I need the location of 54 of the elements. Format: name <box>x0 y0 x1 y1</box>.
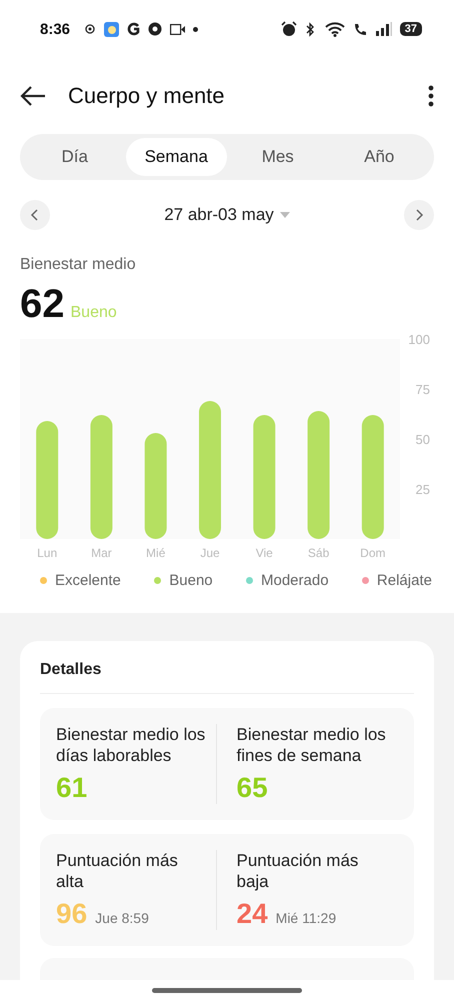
stat-value: 61 <box>56 772 88 804</box>
date-range[interactable]: 27 abr-03 may <box>164 205 274 225</box>
app-icon <box>127 22 140 36</box>
record-icon <box>148 22 162 36</box>
page-title: Cuerpo y mente <box>68 83 226 109</box>
axis-tick-label: 75 <box>416 382 430 397</box>
axis-tick-label: 25 <box>416 482 430 497</box>
legend-label: Relájate <box>376 572 432 588</box>
legend-label: Moderado <box>261 572 329 588</box>
stat-label: Puntuación más alta <box>56 850 179 892</box>
period-tab[interactable]: Día <box>24 138 126 176</box>
period-tab[interactable]: Semana <box>126 138 227 176</box>
location-icon <box>84 23 96 35</box>
stat-value: 65 <box>236 772 268 804</box>
back-arrow-icon[interactable] <box>20 85 46 107</box>
score-value: 62 <box>20 282 64 327</box>
stat-value: 24 <box>236 898 268 930</box>
stat-label: Bienestar medio los días laborables <box>56 724 206 766</box>
axis-tick-label: Dom <box>360 546 386 560</box>
stat-time: Mié 11:29 <box>276 910 336 926</box>
chevron-left-icon[interactable] <box>30 209 40 221</box>
axis-tick-label: Sáb <box>308 546 330 560</box>
weather-icon <box>104 22 120 36</box>
dot-icon <box>193 26 198 32</box>
legend-label: Excelente <box>55 572 121 588</box>
legend-label: Bueno <box>169 572 213 588</box>
card-title: Detalles <box>40 661 414 694</box>
home-indicator[interactable] <box>152 988 302 992</box>
alarm-icon <box>280 21 297 37</box>
stat-value: 96 <box>56 898 88 930</box>
axis-tick-label: 50 <box>416 432 430 447</box>
axis-tick-label: Lun <box>37 546 58 560</box>
stat-time: Jue 8:59 <box>95 910 149 926</box>
period-tab[interactable]: Mes <box>227 138 328 176</box>
more-options-icon[interactable] <box>428 85 434 107</box>
signal-icon <box>376 22 392 36</box>
stat-label: Puntuación más baja <box>236 850 360 892</box>
phone-icon <box>352 22 368 36</box>
next-button[interactable] <box>404 200 434 230</box>
status-time: 8:36 <box>40 20 70 38</box>
axis-tick-label: Mar <box>91 546 112 560</box>
period-tab[interactable]: Año <box>328 138 430 176</box>
previous-button[interactable] <box>20 200 50 230</box>
battery-indicator: 37 <box>400 22 422 36</box>
axis-tick-label: Vie <box>256 546 273 560</box>
section-title: Bienestar medio <box>20 256 137 274</box>
score-rating: Bueno <box>70 304 117 322</box>
axis-tick-label: Jue <box>200 546 220 560</box>
chevron-right-icon[interactable] <box>414 209 424 221</box>
video-icon <box>170 24 186 34</box>
axis-tick-label: Mié <box>146 546 166 560</box>
wifi-icon <box>324 22 345 36</box>
stat-label: Bienestar medio los fines de semana <box>236 724 386 766</box>
axis-tick-label: 100 <box>408 332 430 347</box>
